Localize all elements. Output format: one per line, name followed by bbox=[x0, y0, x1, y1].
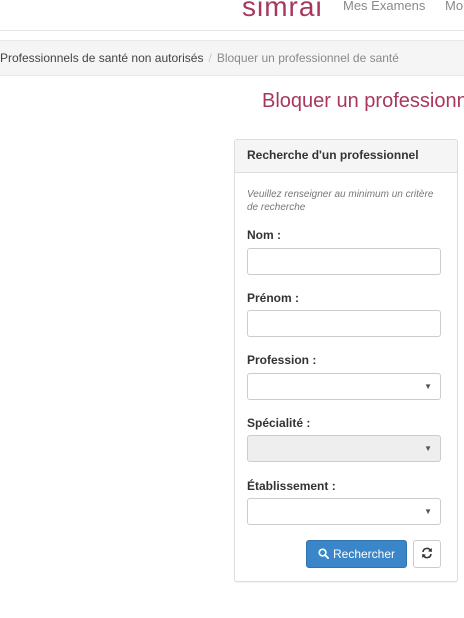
search-panel: Recherche d'un professionnel Veuillez re… bbox=[234, 139, 458, 582]
reset-button[interactable] bbox=[413, 540, 441, 568]
profession-select[interactable]: ▼ bbox=[247, 373, 441, 400]
specialite-label: Spécialité : bbox=[247, 416, 311, 430]
top-navbar: simrai Mes Examens Mo bbox=[0, 0, 464, 31]
breadcrumb: Professionnels de santé non autorisés / Bl… bbox=[0, 40, 464, 76]
profession-label: Profession : bbox=[247, 353, 317, 367]
caret-down-icon: ▼ bbox=[424, 507, 432, 516]
breadcrumb-link-professionnels[interactable]: Professionnels de santé non autorisés bbox=[0, 51, 203, 65]
breadcrumb-current: Bloquer un professionnel de santé bbox=[216, 51, 399, 65]
etablissement-label: Établissement : bbox=[247, 479, 336, 493]
caret-down-icon: ▼ bbox=[424, 444, 432, 453]
nav-link-mes-examens[interactable]: Mes Examens bbox=[343, 0, 425, 13]
nom-input[interactable] bbox=[247, 248, 441, 275]
panel-heading: Recherche d'un professionnel bbox=[235, 140, 457, 173]
search-button-label: Rechercher bbox=[332, 547, 396, 561]
prenom-label: Prénom : bbox=[247, 291, 300, 305]
search-hint: Veuillez renseigner au minimum un critèr… bbox=[247, 189, 434, 213]
search-icon bbox=[318, 548, 329, 559]
caret-down-icon: ▼ bbox=[424, 382, 432, 391]
breadcrumb-separator: / bbox=[208, 51, 212, 65]
prenom-input[interactable] bbox=[247, 310, 441, 337]
page-title: Bloquer un professionn bbox=[262, 90, 464, 112]
nav-link-truncated[interactable]: Mo bbox=[445, 0, 463, 13]
search-button[interactable]: Rechercher bbox=[306, 540, 407, 568]
refresh-icon bbox=[422, 547, 432, 559]
nom-label: Nom : bbox=[247, 228, 281, 242]
brand-logo[interactable]: simrai bbox=[242, 0, 323, 23]
etablissement-select[interactable]: ▼ bbox=[247, 498, 441, 525]
specialite-select[interactable]: ▼ bbox=[247, 435, 441, 462]
